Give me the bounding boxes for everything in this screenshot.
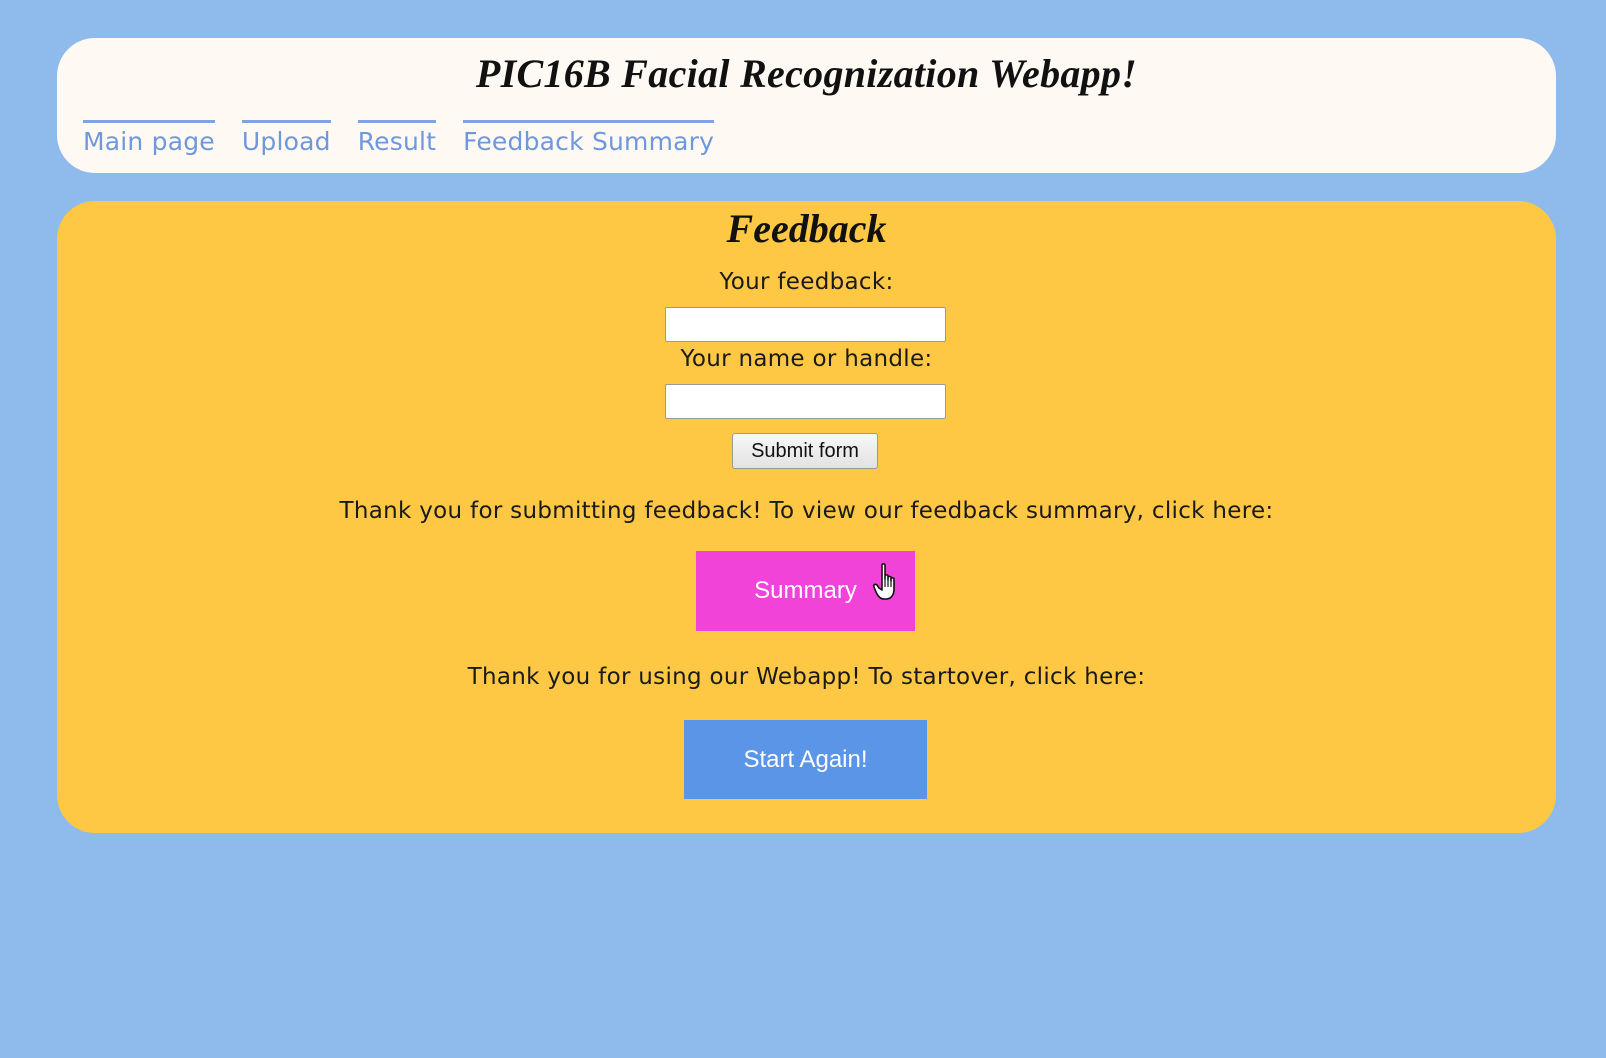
main-nav: Main page Upload Result Feedback Summary bbox=[83, 120, 715, 160]
feedback-panel: Feedback Your feedback: Your name or han… bbox=[57, 201, 1556, 833]
nav-link-result[interactable]: Result bbox=[357, 120, 437, 160]
start-again-button[interactable]: Start Again! bbox=[684, 720, 927, 799]
summary-message: Thank you for submitting feedback! To vi… bbox=[339, 498, 1274, 524]
site-header: PIC16B Facial Recognization Webapp! Main… bbox=[57, 38, 1556, 173]
nav-link-upload[interactable]: Upload bbox=[241, 120, 331, 160]
submit-form-button[interactable]: Submit form bbox=[732, 433, 878, 469]
feedback-heading: Feedback bbox=[726, 206, 887, 251]
hand-pointer-cursor-icon bbox=[873, 563, 895, 600]
restart-message: Thank you for using our Webapp! To start… bbox=[467, 664, 1146, 690]
nav-link-feedback-summary[interactable]: Feedback Summary bbox=[463, 120, 715, 160]
site-title: PIC16B Facial Recognization Webapp! bbox=[475, 51, 1138, 96]
name-label: Your name or handle: bbox=[680, 346, 933, 372]
nav-link-main-page[interactable]: Main page bbox=[83, 120, 215, 160]
feedback-label: Your feedback: bbox=[719, 269, 894, 295]
feedback-input[interactable] bbox=[665, 307, 946, 342]
name-input[interactable] bbox=[665, 384, 946, 419]
